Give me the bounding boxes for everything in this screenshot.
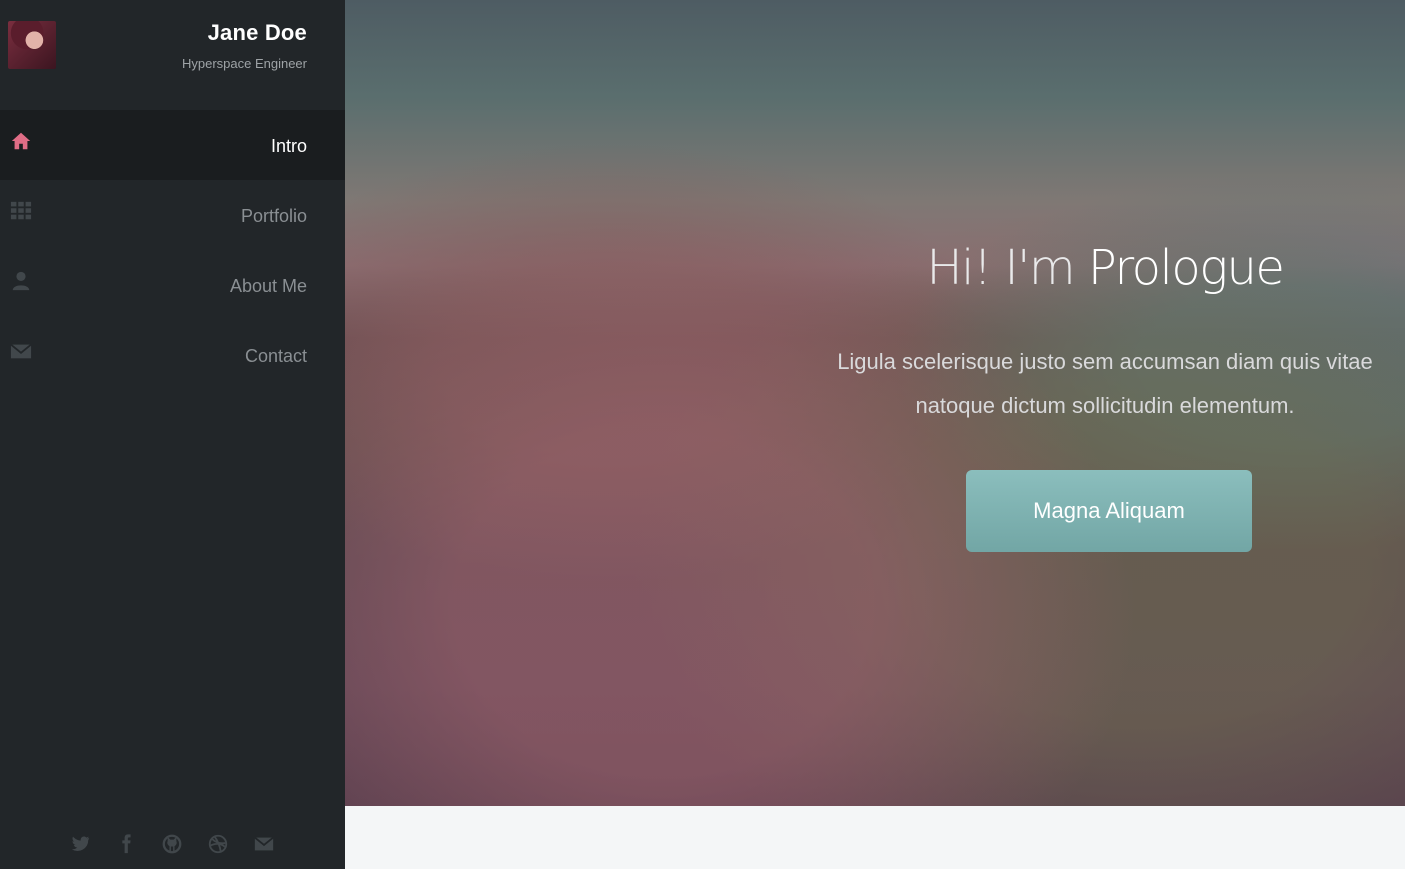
profile-header: Jane Doe Hyperspace Engineer <box>0 0 345 110</box>
hero-title-strong: Prologue <box>1087 240 1285 296</box>
github-icon[interactable] <box>161 833 185 857</box>
sidebar-nav: Intro Portfolio About Me Contact <box>0 110 345 390</box>
nav-item-label: About Me <box>229 276 307 296</box>
hero-title: Hi! I'm Prologue <box>825 230 1385 306</box>
avatar[interactable] <box>8 21 56 69</box>
envelope-icon <box>10 340 32 362</box>
nav-item-portfolio[interactable]: Portfolio <box>0 180 345 250</box>
nav-item-intro[interactable]: Intro <box>0 110 345 180</box>
home-icon <box>10 130 32 152</box>
magna-aliquam-button[interactable]: Magna Aliquam <box>966 470 1252 552</box>
nav-item-about-me[interactable]: About Me <box>0 250 345 320</box>
facebook-icon[interactable] <box>115 833 139 857</box>
hero-text: Ligula scelerisque justo sem accumsan di… <box>837 349 1373 418</box>
social-links <box>0 833 345 859</box>
hero-section: Hi! I'm Prologue Ligula scelerisque just… <box>345 0 1405 806</box>
sidebar: Jane Doe Hyperspace Engineer Intro Portf… <box>0 0 345 869</box>
nav-item-contact[interactable]: Contact <box>0 320 345 390</box>
envelope-icon[interactable] <box>253 833 277 857</box>
profile-name: Jane Doe <box>207 20 307 45</box>
hero-title-plain: Hi! I'm <box>926 240 1088 296</box>
hero-content: Hi! I'm Prologue Ligula scelerisque just… <box>825 230 1385 552</box>
dribbble-icon[interactable] <box>207 833 231 857</box>
nav-item-label: Portfolio <box>240 206 307 226</box>
grid-icon <box>10 200 32 222</box>
nav-item-label: Contact <box>244 346 307 366</box>
profile-role: Hyperspace Engineer <box>181 56 307 71</box>
twitter-icon[interactable] <box>69 833 93 857</box>
nav-item-label: Intro <box>270 136 307 156</box>
user-icon <box>10 270 32 292</box>
